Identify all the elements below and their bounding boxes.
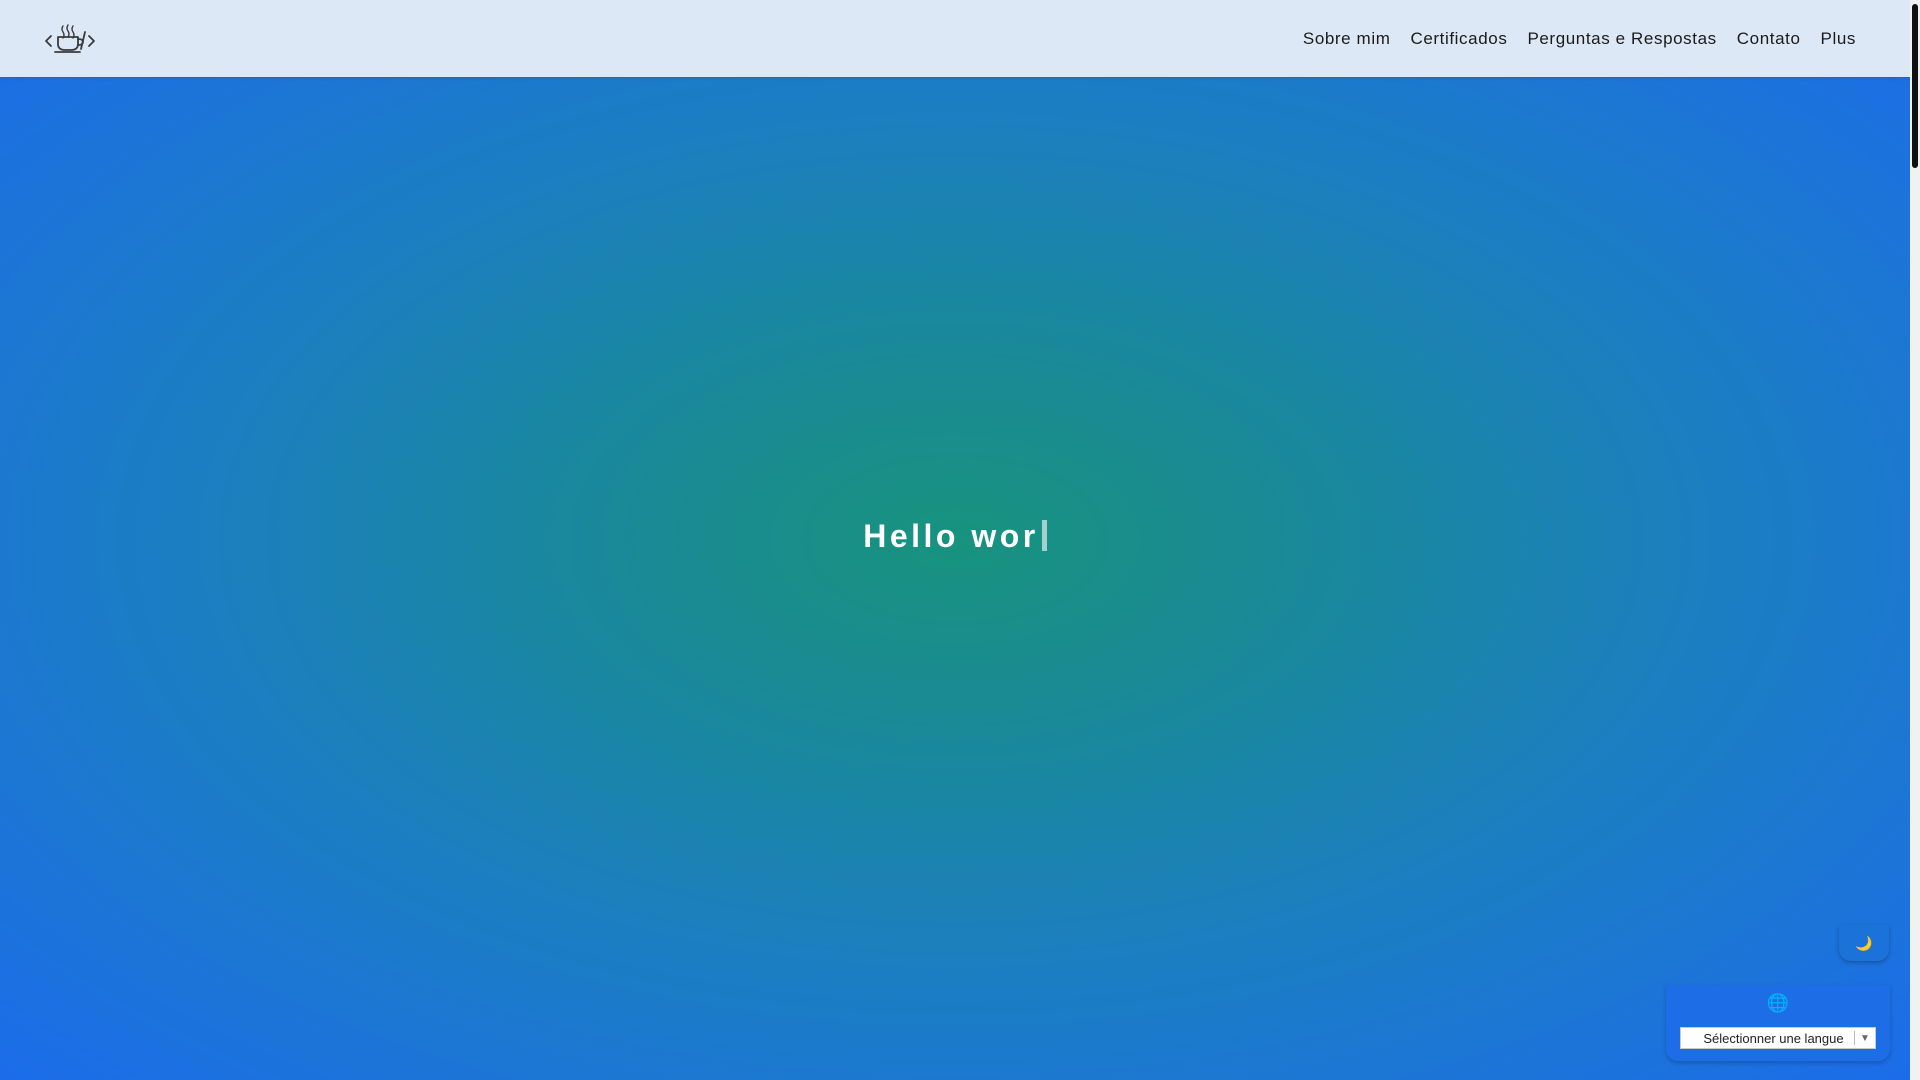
page-viewport: Sobre mim Certificados Perguntas e Respo… bbox=[0, 0, 1910, 1080]
globe-icon: 🌐 bbox=[1766, 993, 1790, 1013]
scrollbar-thumb[interactable] bbox=[1912, 4, 1918, 168]
moon-icon: 🌙 bbox=[1855, 934, 1873, 951]
nav-link-plus[interactable]: Plus bbox=[1821, 29, 1856, 49]
nav-link-certificados[interactable]: Certificados bbox=[1410, 29, 1507, 49]
language-widget: 🌐 Sélectionner une langue ▼ bbox=[1666, 985, 1890, 1061]
theme-toggle-button[interactable]: 🌙 bbox=[1839, 925, 1889, 961]
typing-caret bbox=[1041, 520, 1047, 551]
nav-link-contato[interactable]: Contato bbox=[1737, 29, 1801, 49]
hero-typed-text: Hello wor bbox=[863, 518, 1039, 554]
nav-link-perguntas-e-respostas[interactable]: Perguntas e Respostas bbox=[1527, 29, 1716, 49]
top-navbar: Sobre mim Certificados Perguntas e Respo… bbox=[0, 0, 1910, 77]
language-select-label: Sélectionner une langue bbox=[1703, 1030, 1844, 1046]
page-scrollbar[interactable] bbox=[1910, 0, 1920, 1080]
chevron-down-icon: ▼ bbox=[1860, 1032, 1870, 1044]
coffee-code-icon[interactable] bbox=[44, 22, 96, 54]
hero-typing-text: Hello wor bbox=[0, 518, 1910, 555]
language-select[interactable]: Sélectionner une langue ▼ bbox=[1680, 1027, 1876, 1049]
nav-link-sobre-mim[interactable]: Sobre mim bbox=[1303, 29, 1391, 49]
nav-menu: Sobre mim Certificados Perguntas e Respo… bbox=[1283, 0, 1856, 77]
